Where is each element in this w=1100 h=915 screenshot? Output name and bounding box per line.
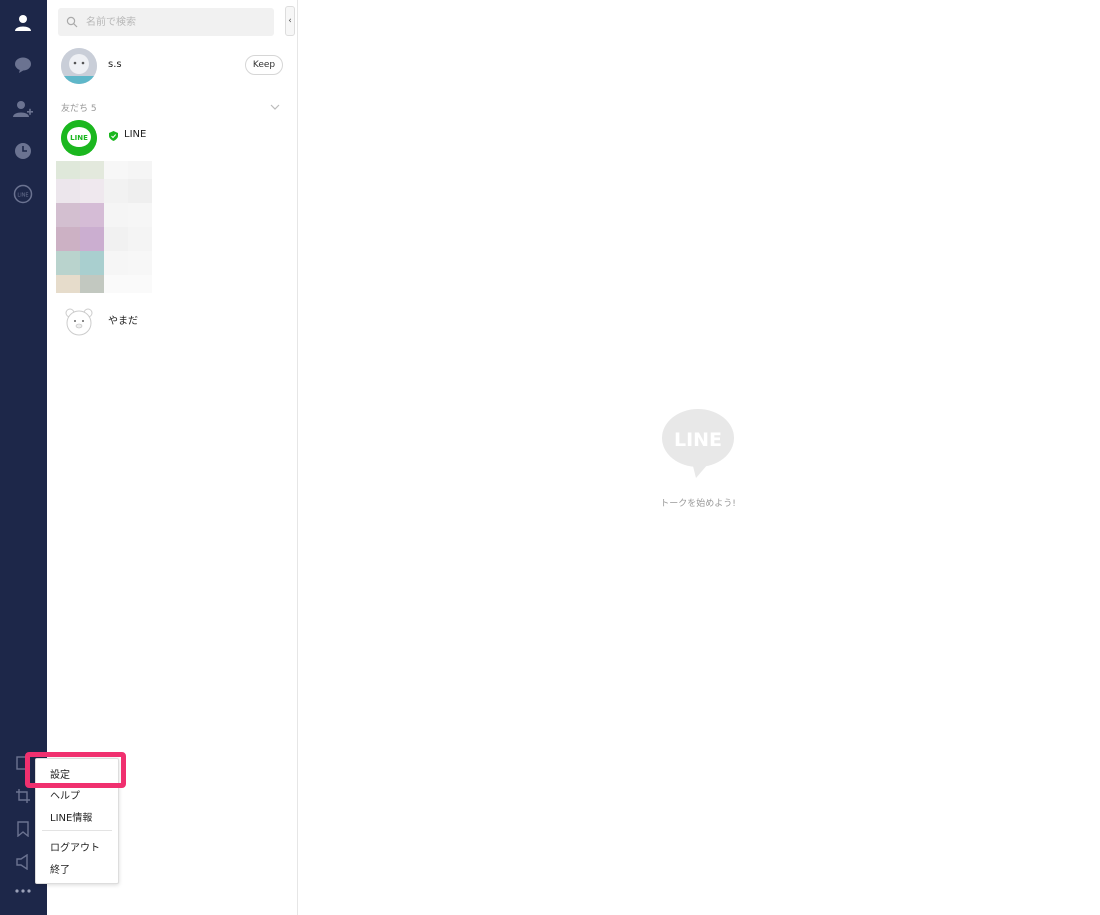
profile-name: s.s [108, 59, 122, 70]
svg-text:LINE: LINE [70, 134, 88, 142]
settings-highlight [25, 752, 126, 788]
more-icon[interactable] [10, 878, 36, 904]
friend-name: LINE [124, 129, 147, 140]
keep-button[interactable]: Keep [245, 55, 283, 75]
search-input[interactable] [84, 15, 268, 29]
logo-text: LINE [674, 429, 722, 451]
start-talk-message: トークを始めよう! [660, 499, 736, 509]
line-logo-icon: LINE [662, 409, 734, 478]
friend-name: やまだ [108, 316, 138, 327]
clock-icon[interactable] [10, 138, 36, 164]
friend-item-yamada[interactable]: やまだ [61, 301, 283, 339]
my-profile-row[interactable]: s.s Keep [61, 46, 283, 86]
bookmark-icon[interactable] [10, 816, 36, 842]
chat-icon[interactable] [10, 52, 36, 78]
menu-item-line-info[interactable]: LINE情報 [36, 806, 118, 826]
friends-section-header[interactable]: 友だち 5 [61, 101, 281, 115]
person-icon[interactable] [10, 10, 36, 36]
collapse-panel-button[interactable]: ‹ [285, 6, 295, 36]
svg-text:LINE: LINE [17, 193, 28, 199]
line-avatar: LINE [61, 120, 97, 156]
menu-item-quit[interactable]: 終了 [36, 858, 118, 878]
search-icon [66, 16, 78, 28]
menu-item-logout[interactable]: ログアウト [36, 836, 118, 856]
search-box[interactable] [58, 8, 274, 36]
blurred-friend-list[interactable] [56, 161, 153, 293]
friends-count-label: 友だち 5 [61, 104, 97, 114]
friend-item-line[interactable]: LINE LINE [61, 118, 283, 156]
add-friend-icon[interactable] [10, 96, 36, 122]
chevron-down-icon[interactable] [269, 101, 281, 113]
line-icon[interactable]: LINE [10, 181, 36, 207]
official-badge-icon [109, 131, 118, 141]
menu-divider [42, 830, 112, 831]
bear-avatar [61, 303, 97, 339]
avatar [61, 48, 97, 84]
speaker-icon[interactable] [10, 849, 36, 875]
